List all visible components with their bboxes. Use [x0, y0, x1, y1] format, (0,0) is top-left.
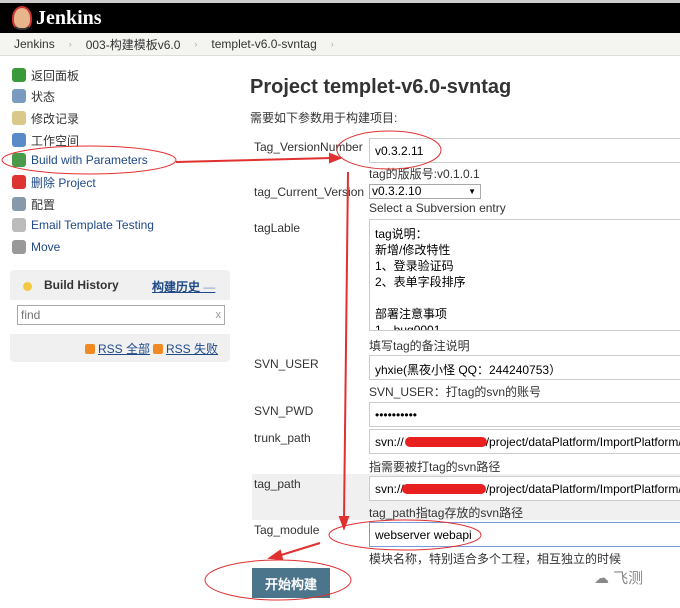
sidebar-item[interactable]: 修改记录: [12, 108, 79, 128]
watermark: ☁ 飞测: [594, 570, 644, 587]
build-history-link[interactable]: 构建历史 —: [152, 278, 215, 295]
build-history-search-input[interactable]: [17, 305, 225, 325]
sidebar-item[interactable]: 状态: [12, 86, 55, 106]
move-icon: [12, 240, 26, 254]
build-button[interactable]: 开始构建: [252, 568, 330, 598]
build-history-title: Build History: [44, 278, 119, 292]
email-icon: [12, 218, 26, 232]
rss-failed-link[interactable]: RSS 失败: [153, 340, 218, 357]
param-description: 填写tag的备注说明: [369, 339, 470, 353]
chevron-down-icon: ▼: [468, 187, 476, 196]
tag-current-version-select[interactable]: v0.3.2.10 ▼: [369, 184, 481, 199]
sidebar-item[interactable]: 返回面板: [12, 65, 79, 85]
rss-icon: [85, 343, 95, 354]
jenkins-butler-icon: [12, 6, 32, 30]
sidebar-item[interactable]: Move: [12, 237, 60, 257]
chevron-right-icon: ›: [68, 39, 72, 49]
sidebar-item[interactable]: Build with Parameters: [12, 150, 148, 170]
svn-user-input[interactable]: yhxie(黑夜小怪 QQ：244240753）: [369, 355, 680, 380]
chevron-right-icon: ›: [194, 39, 198, 49]
page-title: Project templet-v6.0-svntag: [250, 76, 512, 98]
rss-icon: [153, 343, 163, 354]
rss-all-link[interactable]: RSS 全部: [85, 340, 150, 357]
tag-lable-textarea[interactable]: tag说明： 新增/修改特性 1、登录验证码 2、表单字段排序 部署注意事项 1…: [369, 219, 680, 331]
param-label: tagLable: [254, 221, 301, 235]
param-description: tag的版版号:v0.1.0.1: [369, 167, 480, 181]
param-label: Tag_module: [254, 523, 320, 537]
redaction-mark: [405, 437, 487, 447]
search-icon: [12, 89, 26, 103]
clear-icon[interactable]: x: [216, 309, 222, 321]
breadcrumb-item[interactable]: 003-构建模板v6.0: [86, 36, 181, 53]
breadcrumb-item[interactable]: Jenkins: [14, 37, 55, 51]
no-entry-icon: [12, 175, 26, 189]
param-label: SVN_USER: [254, 357, 319, 371]
param-label: trunk_path: [254, 431, 311, 445]
sidebar-item-label: Build with Parameters: [31, 153, 148, 167]
param-description: Select a Subversion entry: [369, 201, 506, 215]
param-label: Tag_VersionNumber: [254, 140, 363, 154]
breadcrumb: Jenkins › 003-构建模板v6.0 › templet-v6.0-svnt…: [0, 33, 680, 56]
sidebar-item-label: 状态: [31, 89, 56, 104]
param-label: tag_Current_Version: [254, 185, 365, 199]
chevron-right-icon: ›: [330, 39, 334, 49]
tag-module-input[interactable]: webserver webapi: [369, 522, 680, 547]
sidebar-item[interactable]: 删除 Project: [12, 172, 96, 192]
weather-sun-icon: [23, 282, 32, 291]
sidebar-item-label: Move: [31, 240, 61, 254]
param-description: 指需要被打tag的svn路径: [369, 460, 501, 474]
sidebar-item-label: 配置: [31, 197, 56, 212]
jenkins-logo[interactable]: Jenkins: [12, 6, 102, 30]
up-arrow-icon: [12, 68, 26, 82]
sidebar-item[interactable]: Email Template Testing: [12, 215, 154, 235]
annotation-arrow: [343, 171, 349, 521]
param-description: tag_path指tag存放的svn路径: [369, 506, 524, 520]
sidebar-item[interactable]: 配置: [12, 194, 55, 214]
build-clock-icon: [12, 153, 26, 167]
svn-pwd-input[interactable]: ••••••••••: [369, 402, 680, 427]
build-history-panel: Build History 构建历史 — x RSS 全部 RSS 失败: [10, 270, 230, 362]
tag-version-number-input[interactable]: v0.3.2.11: [369, 138, 680, 163]
param-label: SVN_PWD: [254, 404, 314, 418]
annotation-arrow: [175, 157, 333, 163]
breadcrumb-item[interactable]: templet-v6.0-svntag: [211, 37, 316, 51]
sidebar-item-label: 工作空间: [31, 133, 80, 148]
notepad-icon: [12, 111, 26, 125]
sidebar-item-label: 返回面板: [31, 68, 80, 83]
sidebar-item-label: 修改记录: [31, 111, 80, 126]
header: Jenkins: [0, 0, 680, 33]
sidebar-item-label: 删除 Project: [31, 175, 96, 190]
annotation-arrow: [277, 542, 321, 557]
sidebar-item[interactable]: 工作空间: [12, 130, 79, 150]
param-description: 模块名称，特别适合多个工程，相互独立的时候: [369, 552, 622, 566]
redaction-mark: [402, 484, 486, 494]
intro-text: 需要如下参数用于构建项目:: [250, 111, 398, 125]
gear-icon: [12, 197, 26, 211]
folder-icon: [12, 133, 26, 147]
sidebar-item-label: Email Template Testing: [31, 218, 154, 232]
param-label: tag_path: [254, 477, 301, 491]
param-description: SVN_USER：打tag的svn的账号: [369, 385, 542, 399]
